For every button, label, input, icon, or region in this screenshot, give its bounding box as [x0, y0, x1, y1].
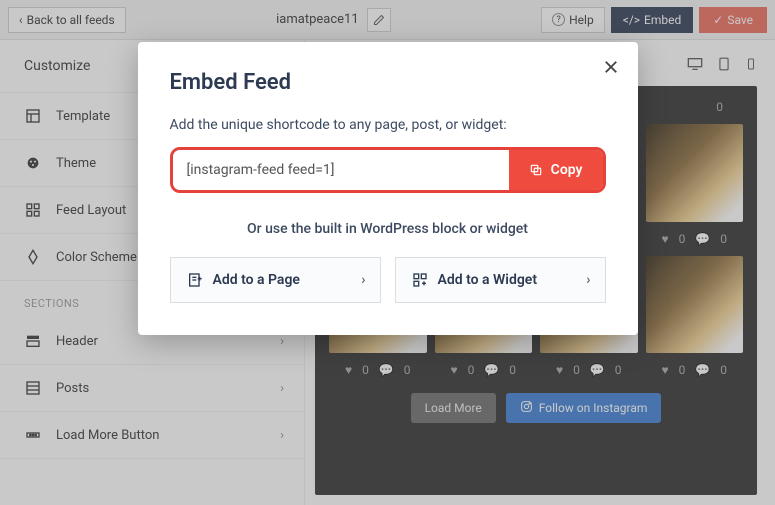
add-widget-label: Add to a Widget: [438, 272, 538, 288]
chevron-right-icon: ›: [361, 272, 365, 288]
add-page-label: Add to a Page: [213, 272, 300, 288]
addto-row: Add to a Page › Add to a Widget ›: [170, 257, 606, 303]
shortcode-row: Copy: [170, 147, 606, 193]
add-to-page-button[interactable]: Add to a Page ›: [170, 257, 381, 303]
copy-icon: [529, 163, 543, 177]
page-icon: [187, 272, 203, 288]
widget-icon: [412, 272, 428, 288]
close-button[interactable]: [602, 58, 620, 80]
modal-title: Embed Feed: [170, 70, 606, 95]
copy-label: Copy: [551, 162, 583, 178]
embed-modal: Embed Feed Add the unique shortcode to a…: [138, 42, 638, 335]
modal-overlay[interactable]: Embed Feed Add the unique shortcode to a…: [0, 0, 775, 505]
chevron-right-icon: ›: [586, 272, 590, 288]
close-icon: [602, 58, 620, 76]
add-to-widget-button[interactable]: Add to a Widget ›: [395, 257, 606, 303]
or-text: Or use the built in WordPress block or w…: [170, 221, 606, 237]
modal-subtitle: Add the unique shortcode to any page, po…: [170, 117, 606, 133]
shortcode-input[interactable]: [173, 150, 509, 190]
copy-button[interactable]: Copy: [509, 150, 603, 190]
